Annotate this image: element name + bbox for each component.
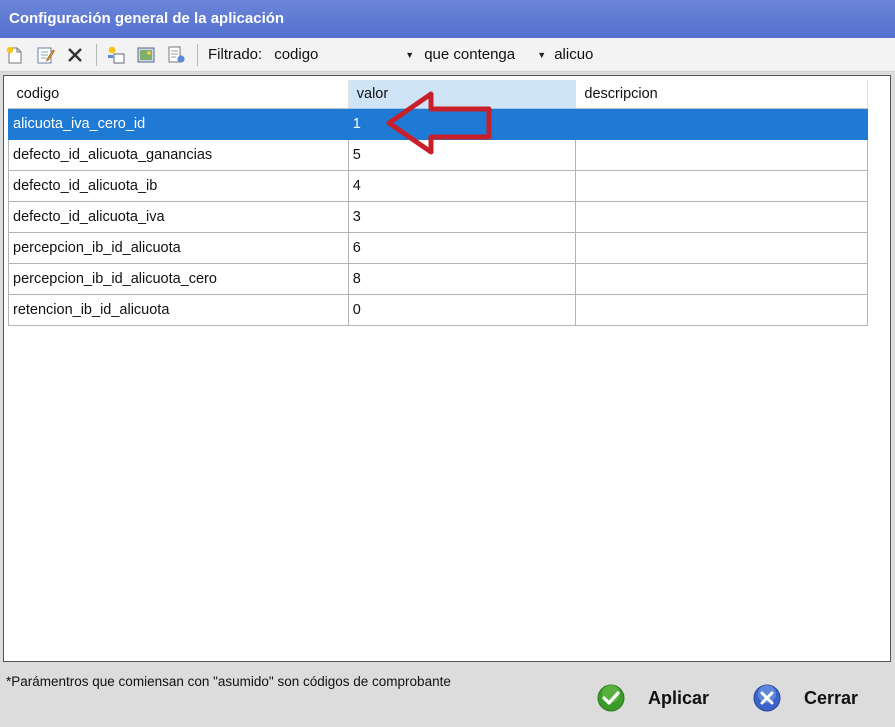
table-row[interactable]: defecto_id_alicuota_ib 4 <box>8 169 868 202</box>
arrow-annotation <box>386 91 492 155</box>
checkmark-icon <box>597 684 625 712</box>
toolbar-separator <box>197 43 198 66</box>
table-row[interactable]: defecto_id_alicuota_iva 3 <box>8 200 868 233</box>
filter-field-value: codigo <box>274 46 319 63</box>
cell-codigo[interactable]: retencion_ib_id_alicuota <box>8 293 349 326</box>
cell-valor[interactable]: 8 <box>347 262 577 295</box>
edit-icon[interactable] <box>34 44 56 66</box>
close-button-label: Cerrar <box>804 687 859 708</box>
cell-descripcion[interactable] <box>575 107 868 140</box>
filter-value-input[interactable]: alicuo <box>554 46 593 63</box>
cell-valor[interactable]: 0 <box>347 293 577 326</box>
apply-button-label: Aplicar <box>648 687 710 708</box>
table-row[interactable]: percepcion_ib_id_alicuota_cero 8 <box>8 262 868 295</box>
cell-descripcion[interactable] <box>575 138 868 171</box>
window-title: Configuración general de la aplicación <box>0 0 895 38</box>
table-row[interactable]: percepcion_ib_id_alicuota 6 <box>8 231 868 264</box>
cell-descripcion[interactable] <box>575 262 868 295</box>
export-icon[interactable] <box>165 44 187 66</box>
cell-valor[interactable]: 3 <box>347 200 577 233</box>
cell-descripcion[interactable] <box>575 200 868 233</box>
chevron-down-icon: ▼ <box>405 49 415 60</box>
cell-descripcion[interactable] <box>575 231 868 264</box>
new-icon[interactable] <box>4 44 26 66</box>
close-circle-icon <box>753 684 781 712</box>
delete-icon[interactable] <box>64 44 86 66</box>
filter-label: Filtrado: <box>208 46 263 63</box>
image-icon[interactable] <box>135 44 157 66</box>
apply-button[interactable]: Aplicar <box>596 682 709 714</box>
cell-codigo[interactable]: percepcion_ib_id_alicuota <box>8 231 349 264</box>
filter-operator-dropdown[interactable]: que contenga ▼ <box>424 46 546 63</box>
filter-operator-value: que contenga <box>424 46 516 63</box>
cell-valor[interactable]: 4 <box>347 169 577 202</box>
cell-codigo[interactable]: defecto_id_alicuota_ganancias <box>8 138 349 171</box>
cell-codigo[interactable]: percepcion_ib_id_alicuota_cero <box>8 262 349 295</box>
close-button[interactable]: Cerrar <box>752 682 858 714</box>
chevron-down-icon: ▼ <box>537 49 547 60</box>
cell-codigo[interactable]: defecto_id_alicuota_ib <box>8 169 349 202</box>
cell-descripcion[interactable] <box>575 293 868 326</box>
toolbar-separator <box>96 43 97 66</box>
settings-grid[interactable]: codigo valor descripcion alicuota_iva_ce… <box>3 75 891 662</box>
cell-codigo[interactable]: alicuota_iva_cero_id <box>8 107 349 140</box>
cell-valor[interactable]: 6 <box>347 231 577 264</box>
footnote: *Parámentros que comiensan con "asumido"… <box>6 674 451 689</box>
toolbar: Filtrado: codigo ▼ que contenga ▼ alicuo <box>0 38 895 72</box>
column-header-codigo[interactable]: codigo <box>8 80 349 109</box>
add-item-icon[interactable] <box>105 44 127 66</box>
column-header-descripcion[interactable]: descripcion <box>575 80 868 109</box>
filter-field-dropdown[interactable]: codigo ▼ <box>274 46 414 63</box>
table-row[interactable]: retencion_ib_id_alicuota 0 <box>8 293 868 326</box>
cell-codigo[interactable]: defecto_id_alicuota_iva <box>8 200 349 233</box>
cell-descripcion[interactable] <box>575 169 868 202</box>
